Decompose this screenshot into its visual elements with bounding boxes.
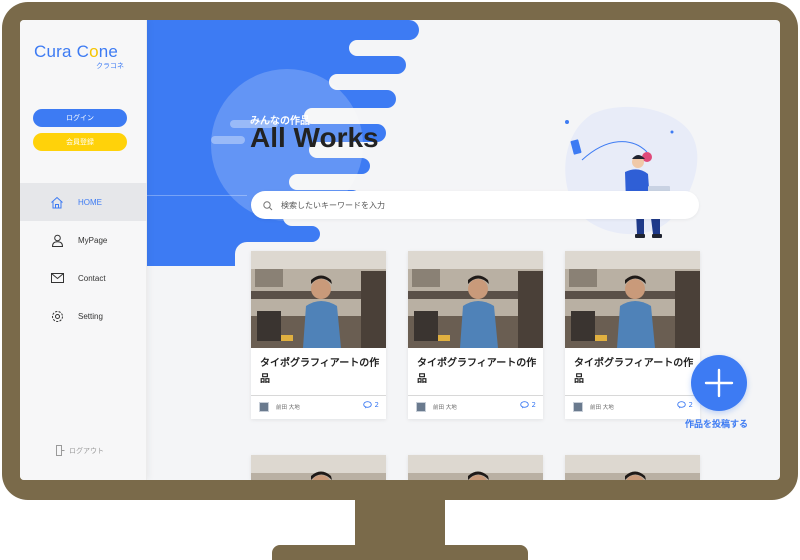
register-button[interactable]: 会員登録 bbox=[33, 133, 127, 151]
gear-icon bbox=[50, 309, 64, 323]
sidebar-item-home[interactable]: HOME bbox=[20, 183, 147, 221]
card-divider bbox=[408, 395, 543, 396]
logo[interactable]: Cura Cone クラコネ bbox=[34, 42, 124, 70]
sidebar-item-label: Setting bbox=[78, 311, 103, 321]
sidebar: Cura Cone クラコネ ログイン 会員登録 HOME MyPage Con… bbox=[20, 20, 147, 480]
mail-icon bbox=[50, 271, 64, 285]
avatar bbox=[259, 402, 269, 412]
logout-button[interactable]: ログアウト bbox=[56, 441, 104, 460]
avatar bbox=[573, 402, 583, 412]
work-card[interactable]: タイポグラフィアートの作品 前田 大地 2 bbox=[251, 251, 386, 419]
work-card[interactable] bbox=[565, 455, 700, 480]
logo-accent-letter: o bbox=[89, 42, 99, 61]
logo-subtitle: クラコネ bbox=[96, 62, 124, 70]
monitor-stand-base bbox=[272, 545, 528, 560]
search-input[interactable] bbox=[281, 200, 661, 210]
search-bar[interactable] bbox=[251, 191, 699, 219]
logo-text-end: ne bbox=[98, 42, 119, 61]
comment-count-value: 2 bbox=[531, 401, 536, 409]
work-thumbnail bbox=[565, 251, 700, 348]
avatar bbox=[416, 402, 426, 412]
user-icon bbox=[50, 233, 64, 247]
logo-text: Cura C bbox=[34, 42, 90, 61]
card-divider bbox=[251, 395, 386, 396]
work-card[interactable] bbox=[251, 455, 386, 480]
plus-icon bbox=[704, 368, 734, 398]
author-name: 前田 大地 bbox=[590, 405, 614, 411]
card-divider bbox=[565, 395, 700, 396]
work-thumbnail bbox=[408, 455, 543, 480]
card-footer: 前田 大地 2 bbox=[416, 401, 536, 413]
sidebar-item-label: HOME bbox=[78, 197, 102, 207]
main-content: みんなの作品 All Works 検索したいキーワードを入力 タイポグラフィアー… bbox=[147, 20, 780, 480]
person-laptop-illustration bbox=[565, 106, 698, 238]
work-card[interactable]: タイポグラフィアートの作品 前田 大地 2 bbox=[408, 251, 543, 419]
author-name: 前田 大地 bbox=[276, 405, 300, 411]
post-work-label[interactable]: 作品を投稿する bbox=[685, 417, 748, 430]
comment-icon bbox=[519, 401, 529, 409]
comment-count-value: 2 bbox=[688, 401, 693, 409]
monitor-stand-neck bbox=[355, 494, 445, 550]
comment-count: 2 bbox=[519, 401, 536, 409]
logout-label: ログアウト bbox=[69, 446, 104, 455]
sidebar-item-setting[interactable]: Setting bbox=[20, 297, 147, 335]
sidebar-item-contact[interactable]: Contact bbox=[20, 259, 147, 297]
sidebar-nav: HOME MyPage Contact Setting bbox=[20, 183, 147, 335]
sidebar-item-mypage[interactable]: MyPage bbox=[20, 221, 147, 259]
login-button[interactable]: ログイン bbox=[33, 109, 127, 127]
work-thumbnail bbox=[565, 455, 700, 480]
sidebar-item-label: Contact bbox=[78, 273, 106, 283]
work-title: タイポグラフィアートの作品 bbox=[574, 358, 694, 385]
work-thumbnail bbox=[408, 251, 543, 348]
post-work-button[interactable] bbox=[691, 355, 747, 411]
work-thumbnail bbox=[251, 455, 386, 480]
work-thumbnail bbox=[251, 251, 386, 348]
sidebar-item-label: MyPage bbox=[78, 235, 108, 245]
comment-count-value: 2 bbox=[374, 401, 379, 409]
work-title: タイポグラフィアートの作品 bbox=[260, 358, 380, 385]
comment-count: 2 bbox=[676, 401, 693, 409]
comment-icon bbox=[362, 401, 372, 409]
logout-icon bbox=[56, 441, 65, 460]
comment-icon bbox=[676, 401, 686, 409]
comment-count: 2 bbox=[362, 401, 379, 409]
page-title: All Works bbox=[250, 122, 379, 153]
app-screen: みんなの作品 All Works 検索したいキーワードを入力 タイポグラフィアー… bbox=[20, 20, 780, 480]
search-icon bbox=[263, 196, 273, 215]
work-card[interactable] bbox=[408, 455, 543, 480]
card-footer: 前田 大地 2 bbox=[573, 401, 693, 413]
author-name: 前田 大地 bbox=[433, 405, 457, 411]
work-card[interactable]: タイポグラフィアートの作品 前田 大地 2 bbox=[565, 251, 700, 419]
home-icon bbox=[50, 195, 64, 209]
card-footer: 前田 大地 2 bbox=[259, 401, 379, 413]
work-title: タイポグラフィアートの作品 bbox=[417, 358, 537, 385]
